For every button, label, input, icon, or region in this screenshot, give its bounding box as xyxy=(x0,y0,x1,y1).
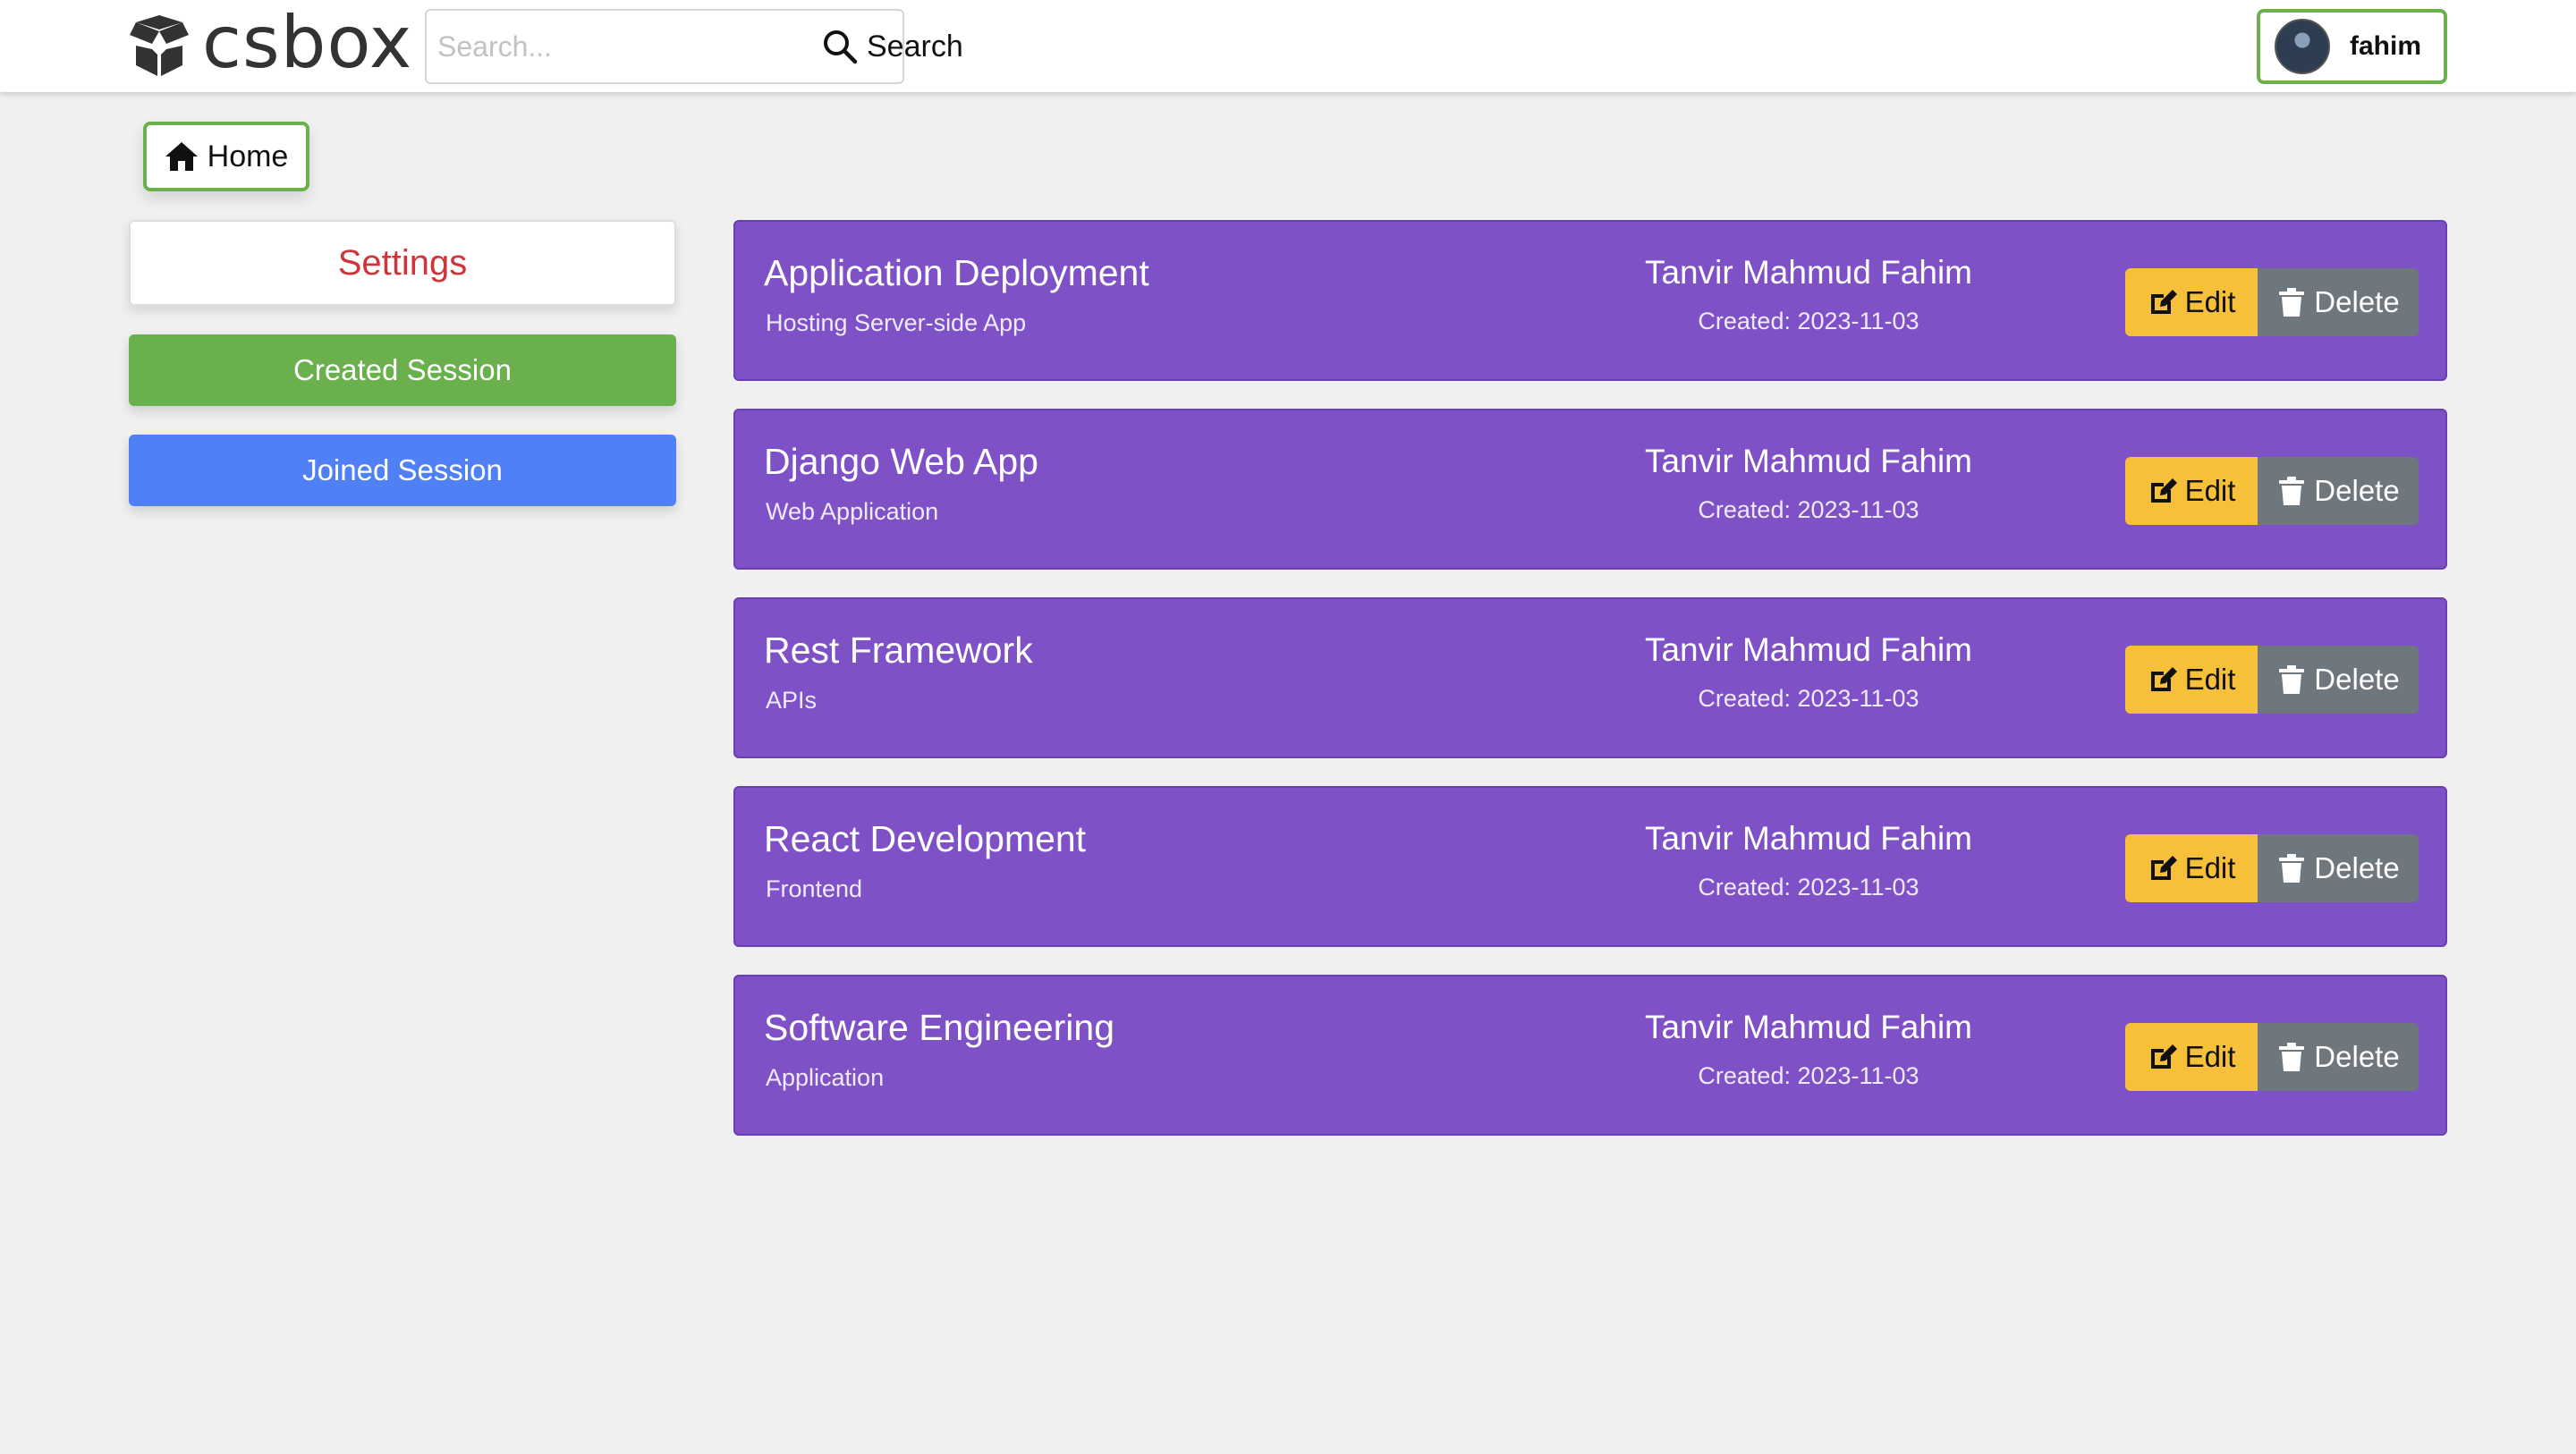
search-button[interactable]: Search xyxy=(813,11,978,82)
session-card: Rest Framework APIs Tanvir Mahmud Fahim … xyxy=(733,597,2447,758)
session-topic: Web Application xyxy=(766,498,939,525)
joined-session-label: Joined Session xyxy=(302,453,503,486)
edit-label: Edit xyxy=(2184,1040,2236,1073)
search-input[interactable] xyxy=(427,11,813,82)
delete-button[interactable]: Delete xyxy=(2258,834,2419,902)
session-title[interactable]: React Development xyxy=(764,818,1086,860)
edit-icon xyxy=(2150,478,2177,503)
created-session-button[interactable]: Created Session xyxy=(129,334,676,406)
edit-label: Edit xyxy=(2184,851,2236,884)
home-icon xyxy=(165,142,198,171)
edit-label: Edit xyxy=(2184,474,2236,507)
edit-button[interactable]: Edit xyxy=(2125,646,2258,714)
trash-icon xyxy=(2279,665,2305,694)
delete-label: Delete xyxy=(2314,474,2400,507)
search-button-label: Search xyxy=(867,29,963,63)
delete-label: Delete xyxy=(2314,1040,2400,1073)
session-card: Application Deployment Hosting Server-si… xyxy=(733,220,2447,381)
session-created-date: Created: 2023-11-03 xyxy=(1698,874,1919,900)
session-actions: Edit Delete xyxy=(2125,646,2419,714)
user-name: fahim xyxy=(2350,31,2422,61)
edit-icon xyxy=(2150,667,2177,691)
delete-label: Delete xyxy=(2314,663,2400,696)
delete-button[interactable]: Delete xyxy=(2258,646,2419,714)
search-icon xyxy=(824,30,858,64)
session-topic: Application xyxy=(766,1064,885,1091)
edit-icon xyxy=(2150,856,2177,880)
created-session-label: Created Session xyxy=(293,353,512,386)
session-title[interactable]: Django Web App xyxy=(764,441,1038,483)
open-box-icon xyxy=(130,15,189,76)
edit-button[interactable]: Edit xyxy=(2125,834,2258,902)
brand-name: csbox xyxy=(202,1,413,84)
session-list: Application Deployment Hosting Server-si… xyxy=(733,220,2447,1163)
edit-button[interactable]: Edit xyxy=(2125,1023,2258,1091)
trash-icon xyxy=(2279,477,2305,505)
session-author: Tanvir Mahmud Fahim xyxy=(1644,254,1972,291)
top-navbar: csbox Search fahim xyxy=(0,0,2576,92)
avatar xyxy=(2275,19,2330,74)
delete-button[interactable]: Delete xyxy=(2258,1023,2419,1091)
settings-heading: Settings xyxy=(129,220,676,306)
edit-label: Edit xyxy=(2184,663,2236,696)
session-actions: Edit Delete xyxy=(2125,457,2419,525)
home-button[interactable]: Home xyxy=(143,122,309,191)
edit-icon xyxy=(2150,290,2177,314)
session-author: Tanvir Mahmud Fahim xyxy=(1644,1009,1972,1045)
joined-session-button[interactable]: Joined Session xyxy=(129,435,676,506)
session-author: Tanvir Mahmud Fahim xyxy=(1644,443,1972,479)
session-title[interactable]: Rest Framework xyxy=(764,630,1033,672)
session-actions: Edit Delete xyxy=(2125,1023,2419,1091)
session-created-date: Created: 2023-11-03 xyxy=(1698,308,1919,334)
edit-label: Edit xyxy=(2184,285,2236,318)
settings-label: Settings xyxy=(337,242,468,283)
session-topic: Frontend xyxy=(766,875,863,902)
delete-label: Delete xyxy=(2314,285,2400,318)
session-title[interactable]: Software Engineering xyxy=(764,1007,1114,1049)
trash-icon xyxy=(2279,854,2305,883)
edit-button[interactable]: Edit xyxy=(2125,457,2258,525)
session-created-date: Created: 2023-11-03 xyxy=(1698,685,1919,712)
trash-icon xyxy=(2279,288,2305,317)
session-created-date: Created: 2023-11-03 xyxy=(1698,496,1919,523)
home-label: Home xyxy=(207,139,289,173)
delete-button[interactable]: Delete xyxy=(2258,457,2419,525)
session-topic: APIs xyxy=(766,687,818,714)
session-card: Django Web App Web Application Tanvir Ma… xyxy=(733,409,2447,570)
session-card: React Development Frontend Tanvir Mahmud… xyxy=(733,786,2447,947)
session-actions: Edit Delete xyxy=(2125,268,2419,336)
session-title[interactable]: Application Deployment xyxy=(764,252,1149,294)
edit-button[interactable]: Edit xyxy=(2125,268,2258,336)
session-card: Software Engineering Application Tanvir … xyxy=(733,975,2447,1136)
delete-button[interactable]: Delete xyxy=(2258,268,2419,336)
edit-icon xyxy=(2150,1044,2177,1069)
trash-icon xyxy=(2279,1043,2305,1071)
session-actions: Edit Delete xyxy=(2125,834,2419,902)
session-author: Tanvir Mahmud Fahim xyxy=(1644,631,1972,668)
delete-label: Delete xyxy=(2314,851,2400,884)
search-form: Search xyxy=(425,9,963,84)
session-created-date: Created: 2023-11-03 xyxy=(1698,1062,1919,1089)
user-menu-button[interactable]: fahim xyxy=(2257,9,2447,84)
brand-logo[interactable]: csbox xyxy=(129,7,412,80)
session-author: Tanvir Mahmud Fahim xyxy=(1644,820,1972,857)
session-topic: Hosting Server-side App xyxy=(766,309,1027,336)
